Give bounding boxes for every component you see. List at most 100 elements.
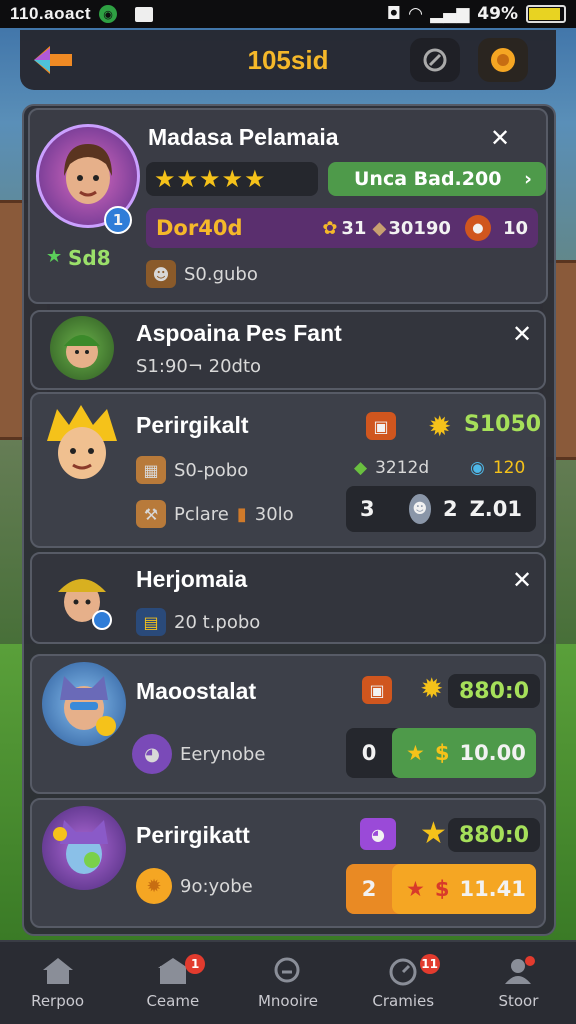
top-header: 105sid: [20, 30, 556, 90]
profile-icon: [505, 956, 536, 984]
shield-icon: ◆: [372, 217, 387, 239]
score-left: 3: [360, 497, 375, 521]
banner-stat-2: 30190: [388, 217, 451, 239]
close-icon[interactable]: ✕: [512, 566, 532, 594]
gallery-icon: [135, 6, 154, 22]
gift-icon: ✿: [322, 217, 338, 239]
player-name: Maoostalat: [136, 678, 257, 704]
level-star-icon: ★: [46, 246, 63, 267]
coin-value: 880:0: [448, 674, 540, 708]
player-avatar: [46, 560, 118, 632]
character-portrait-icon: [60, 676, 116, 736]
player-card-6[interactable]: Perirgikatt ◕ ★ 880:0 ✹ 9o:yobe 2 ★ $ 11…: [30, 798, 546, 928]
wifi-icon: ◠: [408, 4, 423, 24]
player-sub-label: 9o:yobe: [180, 875, 253, 897]
compass-button[interactable]: [410, 38, 460, 82]
player-name: Madasa Pelamaia: [148, 124, 339, 150]
player-subline: ✹ 9o:yobe: [136, 868, 253, 904]
app-notification-icon: ◉: [99, 5, 118, 23]
close-icon[interactable]: ✕: [490, 124, 510, 152]
stat-b-value: 120: [492, 458, 526, 478]
trophy-button[interactable]: [478, 38, 528, 82]
player-card-5[interactable]: Maoostalat ▣ ✹ 880:0 ◕ Eerynobe 0 ★ $ 10…: [30, 654, 546, 794]
notification-badge: 11: [419, 954, 440, 974]
nav-item-profile[interactable]: Stoor: [461, 942, 576, 1024]
line2-label: Pclare: [174, 503, 229, 525]
score-left: 0: [361, 741, 377, 765]
level-badge-icon: 1: [104, 206, 132, 234]
score-right: 10.00: [459, 741, 526, 765]
nav-item-timer[interactable]: 11 Cramies: [346, 942, 461, 1024]
star-icon: ★: [406, 877, 425, 901]
bag-icon: ▦: [136, 456, 166, 484]
compass-icon: [423, 48, 447, 72]
coin-icon: ✹: [428, 410, 452, 443]
player-sub-label: Eerynobe: [180, 743, 266, 765]
mask-icon: ◕: [132, 734, 172, 774]
nav-label: Ceame: [146, 992, 200, 1010]
score-right: 11.41: [459, 877, 526, 901]
nav-label: Stoor: [498, 992, 539, 1010]
notification-badge: 1: [185, 954, 206, 974]
hammer-icon: ⚒: [136, 500, 166, 528]
character-portrait-icon: [58, 579, 112, 630]
banner-stat-1: 31: [341, 217, 367, 239]
coin-value: 880:0: [448, 818, 540, 852]
player-card-3[interactable]: Perirgikalt ▣ ✹ S1050 ▦ S0-pobo ◆ 3212d …: [30, 392, 546, 548]
player-name: Perirgikatt: [136, 822, 250, 848]
score-right: Z.01: [469, 497, 522, 521]
nav-item-home[interactable]: Rerpoo: [0, 942, 115, 1024]
player-sub-label: 20 t.pobo: [174, 611, 261, 633]
player-name: Perirgikalt: [136, 412, 249, 438]
player-level: Sd8: [68, 246, 111, 270]
coin-value: S1050: [464, 412, 542, 437]
back-button[interactable]: [30, 40, 76, 80]
player-avatar: [50, 316, 114, 380]
player-line2: ⚒ Pclare ▮ 30lo: [136, 500, 294, 528]
home-icon: [42, 958, 73, 984]
player-subline: ▦ S0-pobo: [136, 456, 248, 484]
player-avatar: [42, 662, 126, 746]
stat-b: ◉ 120: [470, 458, 525, 478]
bottom-nav: Rerpoo 1 Ceame Mnooire 11 Cramies Stoor: [0, 940, 576, 1024]
header-title: 105sid: [247, 44, 329, 75]
player-stats-banner: Dor40d ✿ 31 ◆ 30190 ● 10: [146, 208, 538, 248]
timer-icon: [389, 958, 417, 986]
player-name: Herjomaia: [136, 566, 248, 592]
player-sub-label: S0-pobo: [174, 459, 249, 481]
signal-icon: ▂▄▆: [430, 4, 470, 24]
dollar-icon: $: [434, 741, 450, 765]
banner-label: Dor40d: [156, 216, 243, 240]
player-avatar: [34, 398, 130, 494]
gem-icon: ◆: [354, 458, 368, 478]
chest-icon: ▣: [362, 676, 392, 704]
action-button-label: Unca Bad.200: [354, 168, 502, 190]
battery-percent: 49%: [477, 4, 518, 24]
opponent-avatar-icon: ☻: [408, 494, 431, 524]
player-subline: ◕ Eerynobe: [132, 734, 265, 774]
action-button[interactable]: Unca Bad.200 ›: [328, 162, 546, 196]
player-card-4[interactable]: Herjomaia ▤ 20 t.pobo ✕: [30, 552, 546, 644]
close-icon[interactable]: ✕: [512, 320, 532, 348]
character-portrait-icon: [53, 820, 108, 874]
status-right: ◘ ◠ ▂▄▆ 49%: [387, 4, 566, 24]
score-box[interactable]: 3 ☻ 2 Z.01: [346, 486, 536, 532]
crate-icon: ▤: [136, 608, 166, 636]
battery-icon: [526, 5, 566, 23]
stat-a: ◆ 3212d: [354, 458, 429, 478]
score-box[interactable]: 0 ★ $ 10.00: [346, 728, 536, 778]
player-card-2[interactable]: Aspoaina Pes Fant S1:90¬ 20dto ✕: [30, 310, 546, 390]
nav-item-search[interactable]: Mnooire: [230, 942, 345, 1024]
player-card-1[interactable]: 1 ★ Sd8 Madasa Pelamaia ✕ ★★★★★ Unca Bad…: [28, 108, 548, 304]
sun-coin-icon: ✹: [420, 672, 444, 705]
helmet-icon: ☻: [146, 260, 176, 288]
nav-item-shop[interactable]: 1 Ceame: [115, 942, 230, 1024]
sun-icon: ✹: [136, 868, 172, 904]
character-portrait-icon: [64, 144, 112, 204]
monster-icon: ◕: [360, 818, 396, 850]
character-portrait-icon: [47, 405, 117, 479]
chevron-right-icon: ›: [524, 168, 532, 190]
score-box[interactable]: 2 ★ $ 11.41: [346, 864, 536, 914]
status-bar: 110.aoact ◉ ◘ ◠ ▂▄▆ 49%: [0, 0, 576, 28]
star-icon: ★: [406, 741, 425, 765]
